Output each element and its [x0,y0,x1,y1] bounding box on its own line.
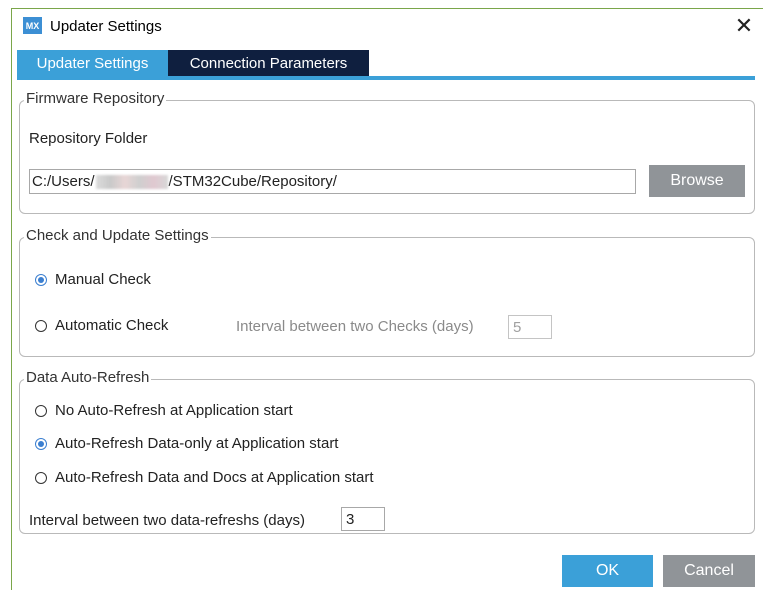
automatic-check-radio[interactable] [35,319,47,332]
cancel-button[interactable]: Cancel [663,555,755,587]
browse-button[interactable]: Browse [649,165,745,197]
updater-settings-dialog: MX Updater Settings ✕ Updater Settings C… [11,8,763,590]
ok-button[interactable]: OK [562,555,653,587]
auto-refresh-data-docs-label: Auto-Refresh Data and Docs at Applicatio… [55,469,374,486]
data-auto-refresh-group: Data Auto-Refresh No Auto-Refresh at App… [19,369,755,534]
firmware-repository-group: Firmware Repository Repository Folder C:… [19,90,755,214]
check-update-settings-legend: Check and Update Settings [24,227,211,244]
close-icon[interactable]: ✕ [729,11,759,41]
repository-folder-label: Repository Folder [29,130,148,147]
data-auto-refresh-legend: Data Auto-Refresh [24,369,152,386]
refresh-interval-label: Interval between two data-refreshs (days… [29,512,305,529]
check-interval-label: Interval between two Checks (days) [236,318,474,335]
tab-connection-parameters[interactable]: Connection Parameters [168,50,369,76]
redacted-username [95,174,168,189]
tab-underline [17,76,755,80]
auto-refresh-data-docs-radio[interactable] [35,471,47,484]
tab-updater-settings[interactable]: Updater Settings [17,50,168,76]
firmware-repository-legend: Firmware Repository [24,90,167,107]
refresh-interval-input[interactable] [341,507,385,531]
check-update-settings-group: Check and Update Settings Manual Check A… [19,227,755,357]
dialog-title: Updater Settings [50,18,162,35]
title-bar: MX Updater Settings ✕ [12,9,763,43]
repository-path-prefix: C:/Users/ [32,173,95,190]
repository-path-suffix: /STM32Cube/Repository/ [168,173,337,190]
repository-folder-input[interactable]: C:/Users/ /STM32Cube/Repository/ [29,169,636,194]
automatic-check-label: Automatic Check [55,317,169,334]
auto-refresh-data-only-option[interactable]: Auto-Refresh Data-only at Application st… [35,435,338,452]
stm32cubemx-app-icon: MX [23,17,42,34]
no-auto-refresh-radio[interactable] [35,404,47,417]
manual-check-option[interactable]: Manual Check [35,271,151,288]
no-auto-refresh-label: No Auto-Refresh at Application start [55,402,293,419]
auto-refresh-data-docs-option[interactable]: Auto-Refresh Data and Docs at Applicatio… [35,469,374,486]
auto-refresh-data-only-label: Auto-Refresh Data-only at Application st… [55,435,339,452]
no-auto-refresh-option[interactable]: No Auto-Refresh at Application start [35,402,293,419]
automatic-check-option[interactable]: Automatic Check [35,317,168,334]
manual-check-label: Manual Check [55,271,151,288]
auto-refresh-data-only-radio[interactable] [35,437,47,450]
check-interval-input[interactable] [508,315,552,339]
manual-check-radio[interactable] [35,273,47,286]
tab-bar: Updater Settings Connection Parameters [17,50,369,76]
